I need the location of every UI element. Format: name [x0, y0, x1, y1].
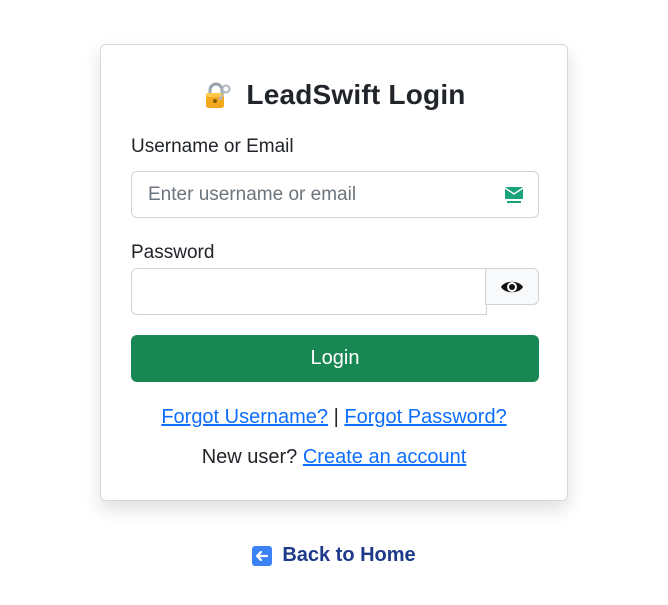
new-user-text: New user? [201, 446, 298, 468]
password-input[interactable] [131, 268, 487, 315]
back-to-home-label: Back to Home [282, 544, 416, 566]
back-to-home-link[interactable]: Back to Home [0, 544, 668, 567]
tempmail-extension-icon[interactable] [504, 185, 524, 205]
page-title: LeadSwift Login [246, 79, 466, 110]
password-label: Password [131, 242, 215, 263]
forgot-username-link[interactable]: Forgot Username? [161, 406, 328, 428]
left-arrow-icon [252, 545, 273, 566]
link-separator: | [333, 406, 339, 428]
create-account-link[interactable]: Create an account [303, 446, 466, 468]
username-label: Username or Email [131, 136, 294, 157]
login-title: LeadSwift Login [101, 77, 567, 113]
new-user-row: New user? Create an account [101, 446, 567, 469]
login-card: LeadSwift Login Username or Email Passwo… [100, 44, 568, 501]
eye-icon [501, 281, 523, 292]
login-button[interactable]: Login [131, 335, 539, 382]
forgot-links-row: Forgot Username? | Forgot Password? [101, 406, 567, 429]
toggle-password-button[interactable] [485, 268, 539, 305]
lock-with-key-icon [206, 82, 231, 108]
forgot-password-link[interactable]: Forgot Password? [344, 406, 506, 428]
username-input[interactable] [131, 171, 539, 218]
